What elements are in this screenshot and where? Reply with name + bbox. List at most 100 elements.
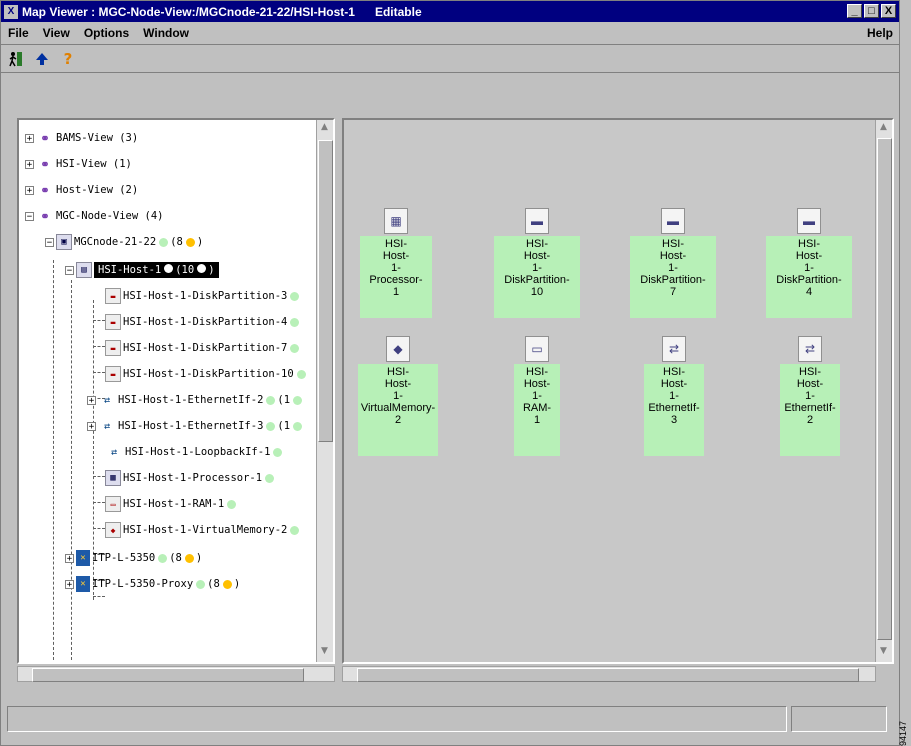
- tree-item-diskpartition-7[interactable]: ▬ HSI-Host-1-DiskPartition-7: [105, 338, 301, 358]
- tree-item-mgc-node-view[interactable]: − ⚭ MGC-Node-View (4): [25, 206, 163, 226]
- disk-icon: ▬: [661, 208, 685, 234]
- expand-icon[interactable]: +: [25, 159, 34, 169]
- tree-item-ethernetif-3[interactable]: + ⇄ HSI-Host-1-EthernetIf-3 (1: [87, 416, 304, 436]
- expand-icon[interactable]: +: [87, 395, 96, 405]
- node-icon: ▣: [56, 234, 72, 250]
- tree-item-diskpartition-3[interactable]: ▬ HSI-Host-1-DiskPartition-3: [105, 286, 301, 306]
- host-icon: ▤: [76, 262, 92, 278]
- expand-icon[interactable]: +: [25, 133, 34, 143]
- map-node-diskpartition-4[interactable]: ▬ HSI- Host- 1- DiskPartition- 4: [766, 208, 852, 318]
- memory-icon: ◆: [386, 336, 410, 362]
- tree-horizontal-scrollbar[interactable]: [17, 666, 335, 682]
- selected-node[interactable]: HSI-Host-1 (10): [94, 262, 219, 278]
- tree-item-virtualmemory-2[interactable]: ◆ HSI-Host-1-VirtualMemory-2: [105, 520, 301, 540]
- expand-icon[interactable]: +: [65, 553, 74, 563]
- disk-icon: ▬: [525, 208, 549, 234]
- tree-item-loopbackif-1[interactable]: ⇄ HSI-Host-1-LoopbackIf-1: [105, 442, 284, 462]
- itp-proxy-icon: ✕: [76, 576, 90, 592]
- map-node-ram-1[interactable]: ▭ HSI- Host- 1- RAM- 1: [514, 336, 560, 456]
- processor-icon: ▦: [105, 470, 121, 486]
- window-controls: _ □ X: [847, 4, 896, 18]
- status-dot-orange: [185, 237, 195, 247]
- tree-item-hsi-view[interactable]: + ⚭ HSI-View (1): [25, 154, 132, 174]
- toolbar: ?: [1, 46, 899, 73]
- disk-icon: ▬: [797, 208, 821, 234]
- scroll-up-arrow[interactable]: ▲: [319, 122, 330, 136]
- menu-options[interactable]: Options: [84, 26, 129, 40]
- scroll-up-arrow[interactable]: ▲: [878, 122, 889, 136]
- ethernet-icon: ⇄: [798, 336, 822, 362]
- map-node-diskpartition-7[interactable]: ▬ HSI- Host- 1- DiskPartition- 7: [630, 208, 716, 318]
- tree-pane[interactable]: + ⚭ BAMS-View (3) + ⚭ HSI-View (1) + ⚭ H…: [17, 118, 335, 664]
- maximize-button[interactable]: □: [864, 4, 879, 18]
- tree-item-hsi-host-1[interactable]: − ▤ HSI-Host-1 (10): [65, 260, 219, 280]
- processor-icon: ▦: [384, 208, 408, 234]
- view-icon: ⚭: [40, 131, 50, 145]
- map-node-virtualmemory-2[interactable]: ◆ HSI- Host- 1- VirtualMemory- 2: [358, 336, 438, 456]
- scroll-thumb[interactable]: [318, 140, 333, 442]
- scroll-thumb[interactable]: [32, 668, 304, 682]
- tree-item-ethernetif-2[interactable]: + ⇄ HSI-Host-1-EthernetIf-2 (1: [87, 390, 304, 410]
- exit-icon[interactable]: [5, 48, 27, 70]
- menu-file[interactable]: File: [8, 26, 29, 40]
- map-pane[interactable]: ▦ HSI- Host- 1- Processor- 1 ▬ HSI- Host- 1- Di…: [342, 118, 894, 664]
- tree-item-itp-l-5350-proxy[interactable]: + ✕ ITP-L-5350-Proxy (8 ): [65, 574, 240, 594]
- scroll-thumb[interactable]: [357, 668, 859, 682]
- disk-icon: ▬: [105, 340, 121, 356]
- map-node-ethernetif-3[interactable]: ⇄ HSI- Host- 1- EthernetIf- 3: [644, 336, 704, 456]
- ram-icon: ▭: [105, 496, 121, 512]
- map-vertical-scrollbar[interactable]: ▲ ▼: [875, 120, 892, 662]
- map-node-ethernetif-2[interactable]: ⇄ HSI- Host- 1- EthernetIf- 2: [780, 336, 840, 456]
- collapse-icon[interactable]: −: [25, 211, 34, 221]
- view-icon: ⚭: [40, 183, 50, 197]
- scroll-thumb[interactable]: [877, 138, 892, 640]
- status-bar: [7, 706, 787, 732]
- status-box: [791, 706, 887, 732]
- tree-item-bams-view[interactable]: + ⚭ BAMS-View (3): [25, 128, 138, 148]
- disk-icon: ▬: [105, 288, 121, 304]
- map-node-processor-1[interactable]: ▦ HSI- Host- 1- Processor- 1: [360, 208, 432, 318]
- ram-icon: ▭: [525, 336, 549, 362]
- collapse-icon[interactable]: −: [45, 237, 54, 247]
- expand-icon[interactable]: +: [65, 579, 74, 589]
- question-mark-icon[interactable]: ?: [57, 48, 79, 70]
- disk-icon: ▬: [105, 314, 121, 330]
- tree-item-diskpartition-4[interactable]: ▬ HSI-Host-1-DiskPartition-4: [105, 312, 301, 332]
- tree-item-host-view[interactable]: + ⚭ Host-View (2): [25, 180, 138, 200]
- window-title: Map Viewer : MGC-Node-View:/MGCnode-21-2…: [22, 4, 355, 19]
- tree-item-mgcnode[interactable]: − ▣ MGCnode-21-22 (8 ): [45, 232, 203, 252]
- menu-bar: File View Options Window Help: [1, 22, 899, 45]
- menu-help[interactable]: Help: [867, 26, 893, 40]
- map-horizontal-scrollbar[interactable]: [342, 666, 876, 682]
- minimize-button[interactable]: _: [847, 4, 862, 18]
- map-viewer-window: X Map Viewer : MGC-Node-View:/MGCnode-21…: [0, 0, 900, 746]
- loopback-icon: ⇄: [110, 446, 118, 458]
- edit-mode-label: Editable: [374, 4, 422, 19]
- status-dot-green: [159, 237, 169, 247]
- tree-item-ram-1[interactable]: ▭ HSI-Host-1-RAM-1: [105, 494, 238, 514]
- menu-view[interactable]: View: [43, 26, 70, 40]
- tree-vertical-scrollbar[interactable]: ▲ ▼: [316, 120, 333, 662]
- title-bar[interactable]: X Map Viewer : MGC-Node-View:/MGCnode-21…: [1, 1, 899, 22]
- memory-icon: ◆: [105, 522, 121, 538]
- close-button[interactable]: X: [881, 4, 896, 18]
- up-arrow-icon[interactable]: [31, 48, 53, 70]
- expand-icon[interactable]: +: [25, 185, 34, 195]
- collapse-icon[interactable]: −: [65, 265, 74, 275]
- ethernet-icon: ⇄: [103, 420, 111, 432]
- tree-item-processor-1[interactable]: ▦ HSI-Host-1-Processor-1: [105, 468, 276, 488]
- menu-window[interactable]: Window: [143, 26, 189, 40]
- ethernet-icon: ⇄: [662, 336, 686, 362]
- scroll-down-arrow[interactable]: ▼: [319, 646, 330, 660]
- tree-item-itp-l-5350[interactable]: + ✕ ITP-L-5350 (8 ): [65, 548, 202, 568]
- scroll-down-arrow[interactable]: ▼: [878, 646, 889, 660]
- expand-icon[interactable]: +: [87, 421, 96, 431]
- disk-icon: ▬: [105, 366, 121, 382]
- tree-item-diskpartition-10[interactable]: ▬ HSI-Host-1-DiskPartition-10: [105, 364, 308, 384]
- view-icon: ⚭: [40, 209, 50, 223]
- app-icon: X: [4, 4, 18, 19]
- ethernet-icon: ⇄: [103, 394, 111, 406]
- map-node-diskpartition-10[interactable]: ▬ HSI- Host- 1- DiskPartition- 10: [494, 208, 580, 318]
- view-icon: ⚭: [40, 157, 50, 171]
- itp-icon: ✕: [76, 550, 90, 566]
